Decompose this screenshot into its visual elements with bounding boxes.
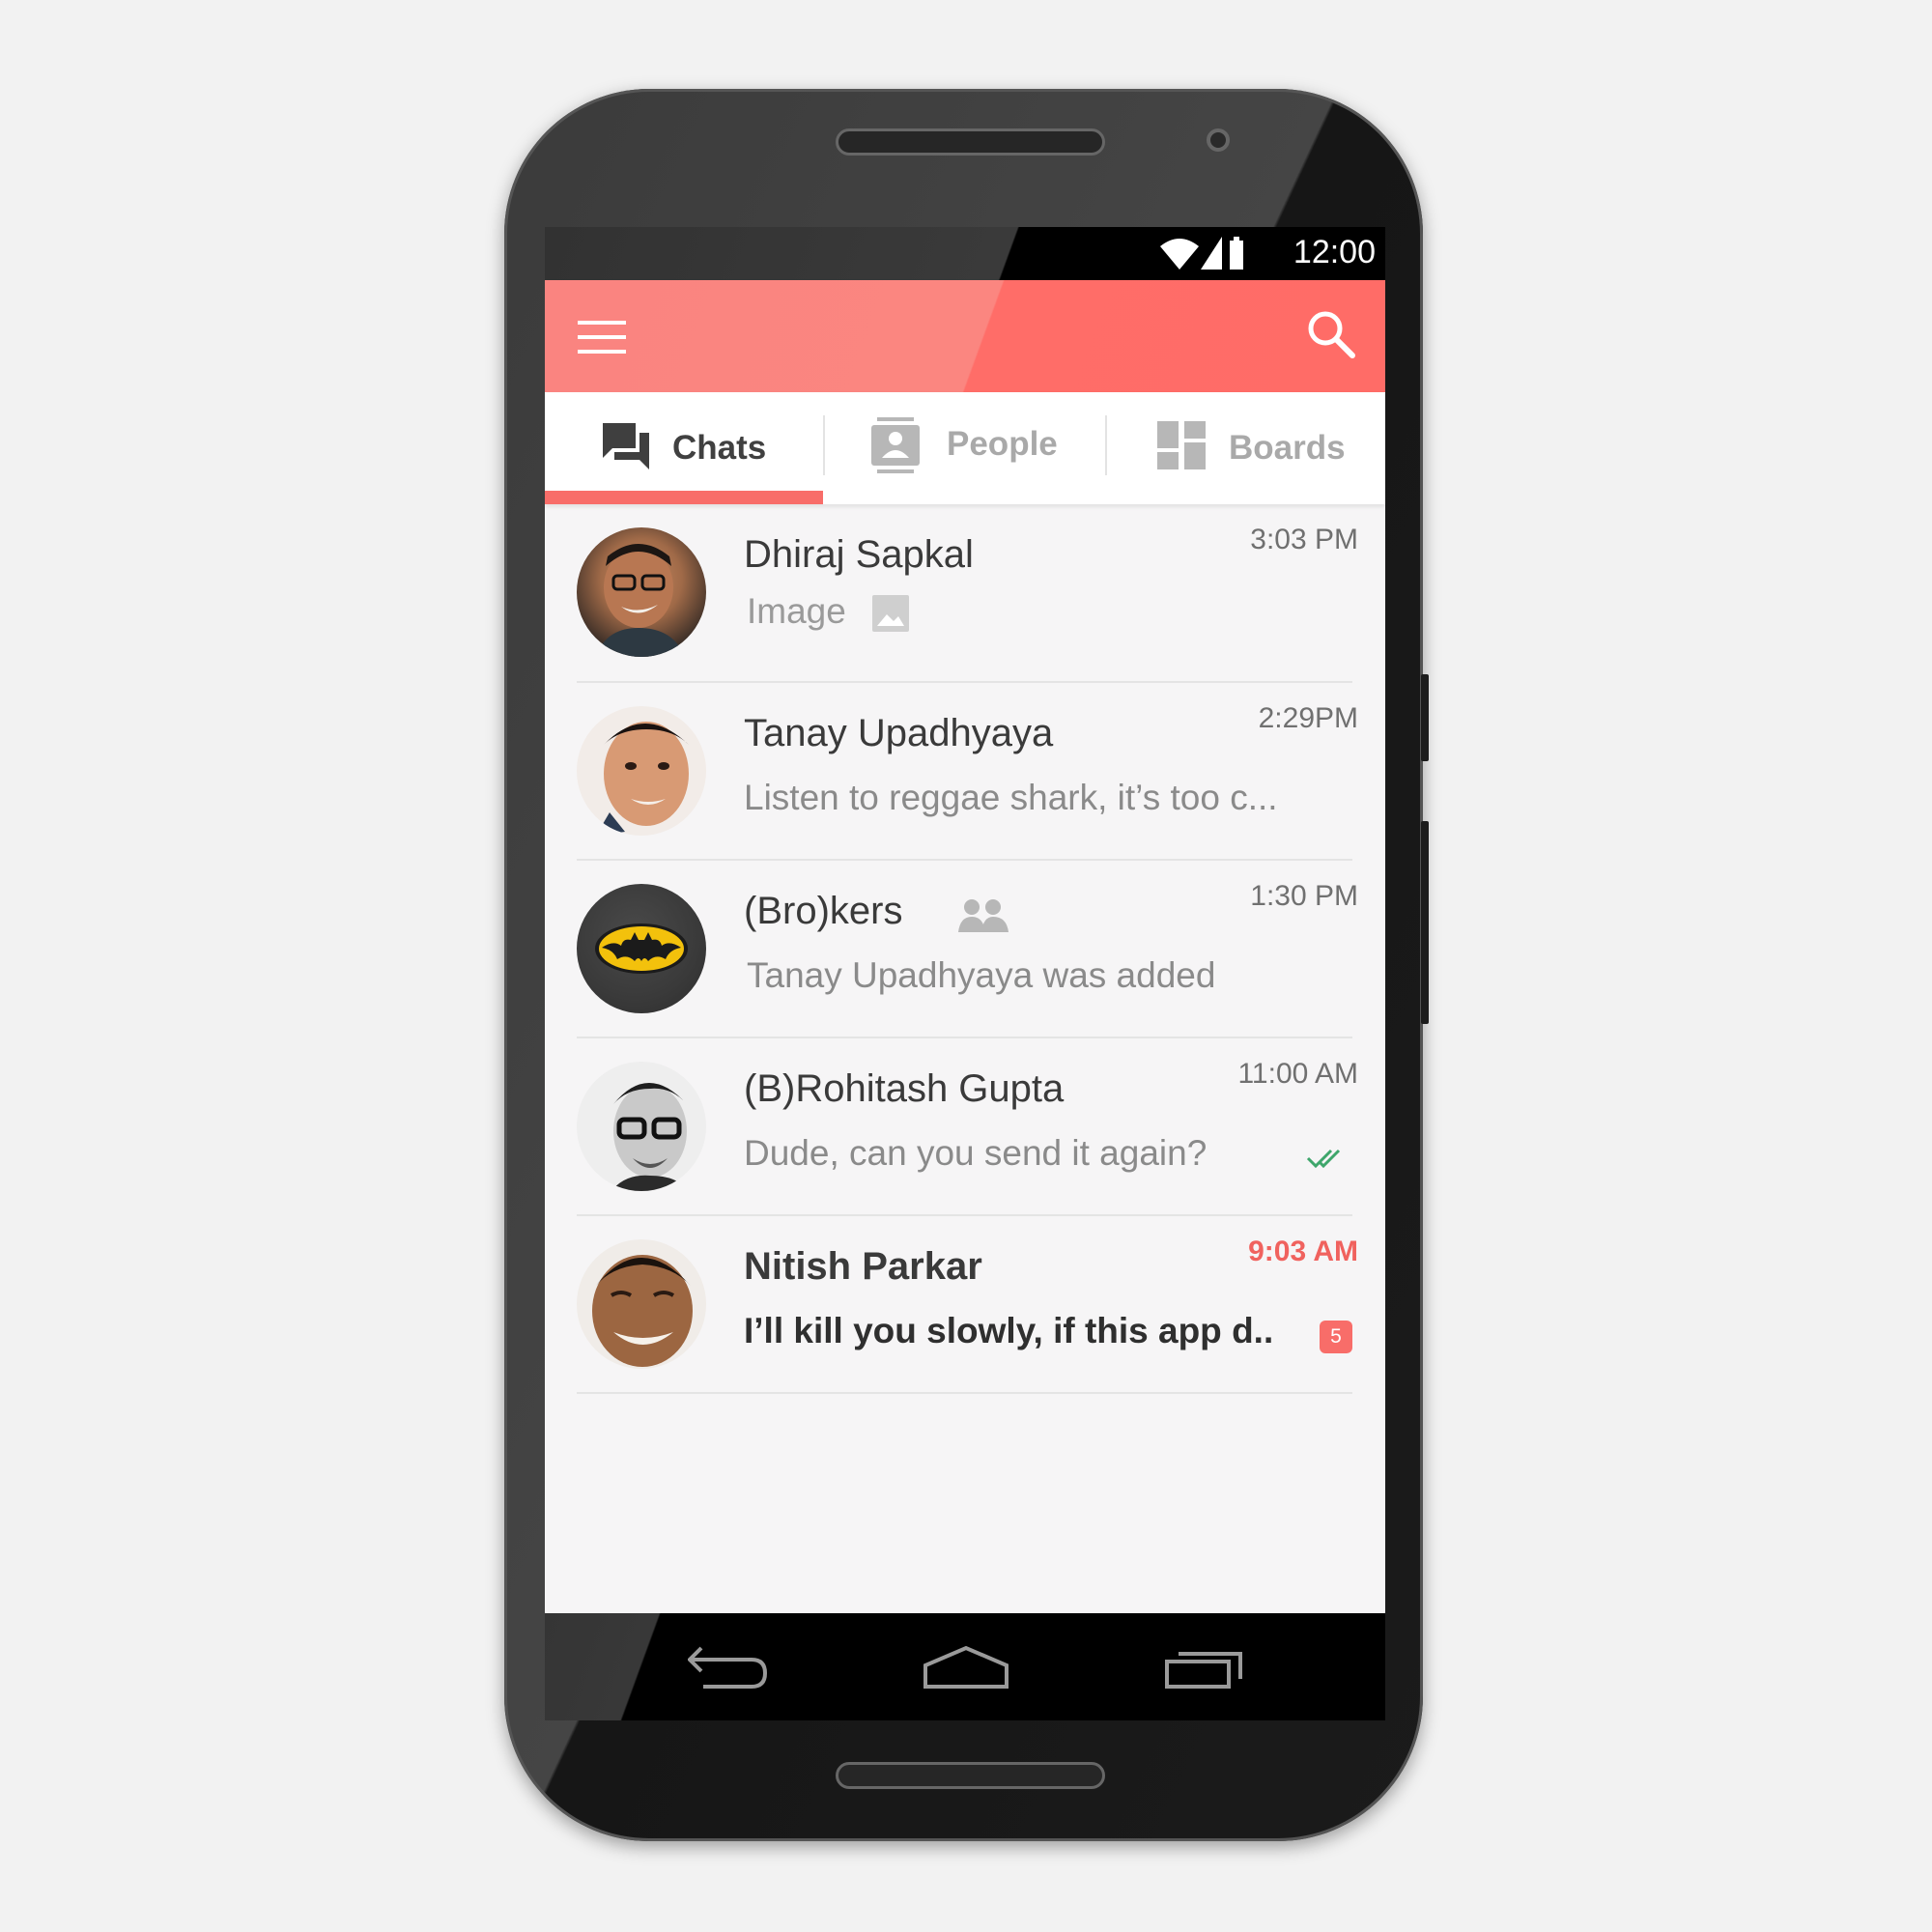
menu-icon[interactable] xyxy=(578,321,626,354)
avatar xyxy=(577,1062,706,1191)
chat-row-tanay-upadhyaya[interactable]: Tanay Upadhyaya Listen to reggae shark, … xyxy=(545,683,1385,861)
dashboard-icon xyxy=(1157,421,1206,469)
message-time: 9:03 AM xyxy=(1248,1236,1358,1267)
chat-row-brokers-group[interactable]: (Bro)kers Tanay Upadhyaya was added 1:30… xyxy=(545,861,1385,1038)
group-icon xyxy=(958,899,1009,932)
battery-icon xyxy=(1230,237,1243,270)
tab-people-label: People xyxy=(947,425,1058,463)
last-message: Dude, can you send it again? xyxy=(744,1133,1208,1173)
chat-row-dhiraj-sapkal[interactable]: Dhiraj Sapkal Image 3:03 PM xyxy=(545,504,1385,682)
wifi-icon xyxy=(1160,239,1199,270)
last-message: Image xyxy=(747,591,846,631)
message-time: 11:00 AM xyxy=(1237,1058,1358,1090)
active-tab-indicator xyxy=(545,491,823,504)
message-time: 1:30 PM xyxy=(1250,880,1358,912)
tab-bar: Chats People Boards xyxy=(545,392,1385,504)
clock: 12:00 xyxy=(1293,234,1376,270)
tab-boards[interactable]: Boards xyxy=(1107,392,1385,504)
power-button xyxy=(1421,674,1429,761)
chat-row-nitish-parkar[interactable]: Nitish Parkar I’ll kill you slowly, if t… xyxy=(545,1216,1385,1394)
last-message: Listen to reggae shark, it’s too c... xyxy=(744,778,1278,817)
front-camera xyxy=(1207,128,1230,152)
status-icons xyxy=(1160,237,1243,270)
bottom-speaker xyxy=(836,1762,1105,1789)
screen: 12:00 Chats People Boards Dhiraj Sapkal … xyxy=(545,227,1385,1720)
recents-icon[interactable] xyxy=(1163,1644,1246,1690)
app-bar xyxy=(545,280,1385,392)
signal-icon xyxy=(1201,237,1222,270)
chat-bubbles-icon xyxy=(603,423,649,469)
avatar xyxy=(577,1239,706,1369)
message-time: 3:03 PM xyxy=(1250,524,1358,555)
avatar xyxy=(577,527,706,657)
top-speaker xyxy=(836,128,1105,156)
search-icon[interactable] xyxy=(1306,309,1356,359)
contact-name: (Bro)kers xyxy=(744,890,903,932)
contact-name: (B)Rohitash Gupta xyxy=(744,1067,1065,1110)
last-message: I’ll kill you slowly, if this app d.. xyxy=(744,1311,1274,1350)
contact-name: Tanay Upadhyaya xyxy=(744,712,1054,754)
double-check-icon xyxy=(1306,1149,1341,1169)
navigation-bar xyxy=(545,1613,1385,1720)
tab-chats[interactable]: Chats xyxy=(545,392,823,504)
unread-badge: 5 xyxy=(1320,1321,1352,1353)
back-icon[interactable] xyxy=(688,1644,769,1690)
last-message: Tanay Upadhyaya was added xyxy=(747,955,1216,995)
message-time: 2:29PM xyxy=(1258,702,1358,734)
image-icon xyxy=(872,595,909,632)
contact-card-icon xyxy=(871,417,920,473)
avatar xyxy=(577,706,706,836)
home-icon[interactable] xyxy=(922,1644,1010,1690)
status-bar: 12:00 xyxy=(545,227,1385,280)
volume-button xyxy=(1421,821,1429,1024)
divider xyxy=(577,1392,1352,1394)
contact-name: Nitish Parkar xyxy=(744,1245,982,1288)
tab-chats-label: Chats xyxy=(672,429,767,467)
avatar xyxy=(577,884,706,1013)
tab-boards-label: Boards xyxy=(1229,429,1346,467)
tab-people[interactable]: People xyxy=(825,392,1105,504)
chat-row-rohitash-gupta[interactable]: (B)Rohitash Gupta Dude, can you send it … xyxy=(545,1038,1385,1216)
contact-name: Dhiraj Sapkal xyxy=(744,533,974,576)
